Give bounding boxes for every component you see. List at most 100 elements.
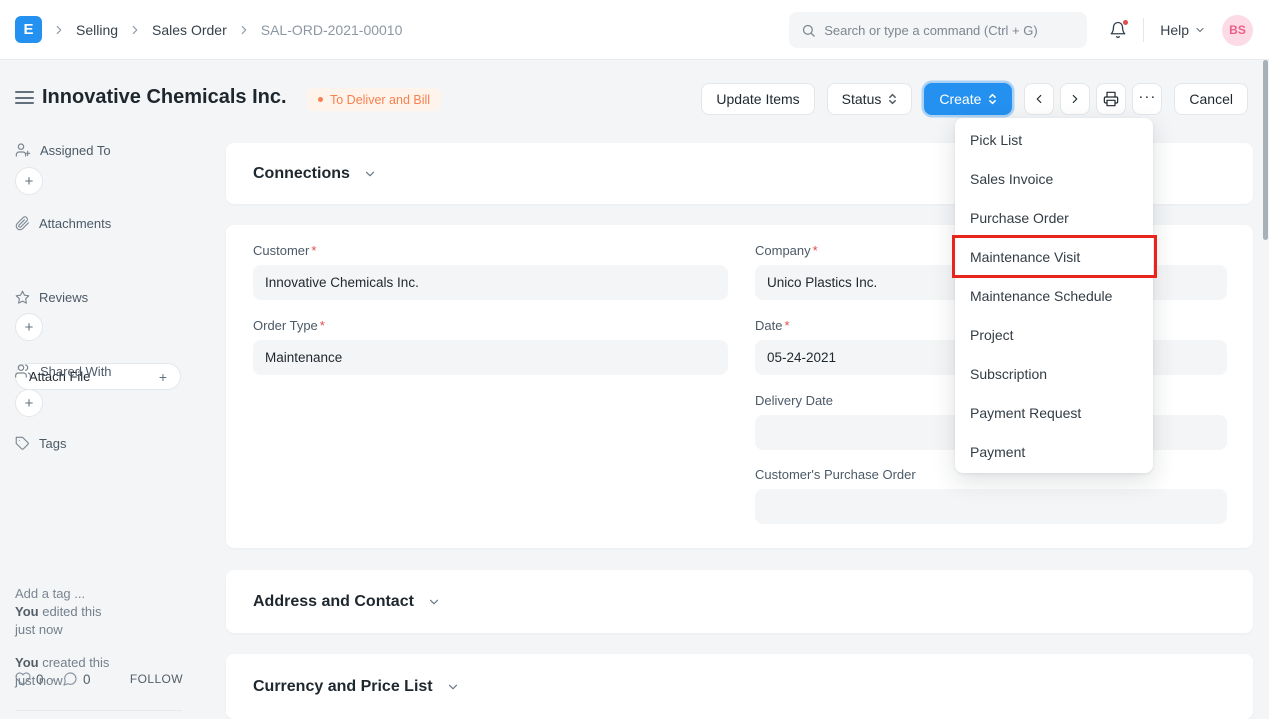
avatar[interactable]: BS — [1222, 15, 1253, 46]
create-button-label: Create — [939, 91, 981, 107]
chevron-down-icon — [446, 680, 460, 694]
search-icon — [801, 23, 816, 38]
activity-entry: You created this just now — [15, 654, 195, 690]
order-type-field: Order Type* Maintenance — [253, 318, 728, 375]
status-badge: To Deliver and Bill — [307, 88, 441, 111]
menu-item-payment-request[interactable]: Payment Request — [955, 393, 1153, 432]
breadcrumb-document-id: SAL-ORD-2021-00010 — [261, 22, 403, 38]
paperclip-icon — [15, 216, 30, 231]
chevron-down-icon — [1194, 24, 1206, 36]
notifications-button[interactable] — [1109, 21, 1127, 39]
address-contact-section-card: Address and Contact — [226, 570, 1253, 633]
navbar: E Selling Sales Order SAL-ORD-2021-00010 — [0, 0, 1269, 60]
add-assignment-button[interactable]: + — [15, 167, 43, 195]
status-dropdown-button[interactable]: Status — [827, 83, 913, 115]
tag-icon — [15, 436, 30, 451]
attachments-label: Attachments — [39, 216, 111, 231]
customer-po-field: Customer's Purchase Order — [755, 467, 1227, 524]
print-button[interactable] — [1096, 83, 1126, 115]
sales-order-page: E Selling Sales Order SAL-ORD-2021-00010 — [0, 0, 1269, 719]
tags-label: Tags — [39, 436, 66, 451]
chevron-right-icon — [237, 23, 251, 37]
reviews-section: Reviews — [15, 290, 88, 305]
activity-time: just now — [15, 621, 195, 639]
order-type-label: Order Type* — [253, 318, 728, 333]
chevron-right-icon — [1068, 92, 1082, 106]
chevron-right-icon — [128, 23, 142, 37]
navbar-right: Help BS — [789, 0, 1253, 60]
activity-action: edited this — [42, 604, 101, 619]
chevron-down-icon — [363, 167, 377, 181]
assigned-to-label: Assigned To — [40, 143, 111, 158]
prev-document-button[interactable] — [1024, 83, 1054, 115]
address-contact-section-toggle[interactable]: Address and Contact — [226, 570, 1253, 633]
cancel-button[interactable]: Cancel — [1174, 83, 1248, 115]
user-plus-icon — [15, 142, 31, 158]
ellipsis-icon: ··· — [1138, 89, 1156, 110]
chevron-down-icon — [427, 595, 441, 609]
add-review-button[interactable]: + — [15, 313, 43, 341]
header-actions: Update Items Status Create — [701, 83, 1248, 115]
help-menu[interactable]: Help — [1160, 22, 1206, 38]
currency-price-title: Currency and Price List — [253, 678, 433, 696]
page-title: Innovative Chemicals Inc. — [42, 86, 287, 109]
shared-with-section: Shared With — [15, 363, 112, 379]
breadcrumb-sales-order[interactable]: Sales Order — [152, 22, 227, 38]
next-document-button[interactable] — [1060, 83, 1090, 115]
menu-item-maintenance-visit[interactable]: Maintenance Visit — [955, 237, 1153, 276]
plus-icon: + — [159, 369, 167, 385]
update-items-button[interactable]: Update Items — [701, 83, 814, 115]
customer-input[interactable]: Innovative Chemicals Inc. — [253, 265, 728, 300]
chevron-right-icon — [52, 23, 66, 37]
attachments-section: Attachments — [15, 216, 111, 231]
menu-item-payment[interactable]: Payment — [955, 432, 1153, 471]
star-icon — [15, 290, 30, 305]
select-chevrons-icon — [988, 92, 997, 106]
help-label: Help — [1160, 22, 1189, 38]
activity-entry: You edited this just now — [15, 603, 195, 639]
reviews-label: Reviews — [39, 290, 88, 305]
order-type-input[interactable]: Maintenance — [253, 340, 728, 375]
required-marker: * — [813, 243, 818, 258]
currency-price-section-toggle[interactable]: Currency and Price List — [226, 654, 1253, 719]
menu-item-purchase-order[interactable]: Purchase Order — [955, 198, 1153, 237]
add-tag-input[interactable]: Add a tag ... — [15, 586, 85, 601]
menu-item-project[interactable]: Project — [955, 315, 1153, 354]
users-icon — [15, 363, 31, 379]
app-logo-icon[interactable]: E — [15, 16, 42, 43]
breadcrumb-selling[interactable]: Selling — [76, 22, 118, 38]
global-search[interactable] — [789, 12, 1087, 48]
menu-item-maintenance-schedule[interactable]: Maintenance Schedule — [955, 276, 1153, 315]
status-dot-icon — [318, 97, 323, 102]
tags-section: Tags — [15, 436, 66, 451]
shared-with-label: Shared With — [40, 364, 112, 379]
required-marker: * — [320, 318, 325, 333]
search-input[interactable] — [824, 23, 1075, 38]
customer-field: Customer* Innovative Chemicals Inc. — [253, 243, 728, 300]
sidebar-toggle-icon[interactable] — [15, 91, 34, 108]
menu-item-sales-invoice[interactable]: Sales Invoice — [955, 159, 1153, 198]
activity-action: created this — [42, 655, 109, 670]
select-chevrons-icon — [888, 92, 897, 106]
status-button-label: Status — [842, 91, 882, 107]
breadcrumb: E Selling Sales Order SAL-ORD-2021-00010 — [0, 16, 402, 43]
activity-actor: You — [15, 604, 39, 619]
more-menu-button[interactable]: ··· — [1132, 83, 1162, 115]
menu-item-subscription[interactable]: Subscription — [955, 354, 1153, 393]
menu-item-pick-list[interactable]: Pick List — [955, 120, 1153, 159]
customer-po-input[interactable] — [755, 489, 1227, 524]
divider — [15, 710, 182, 711]
assigned-to-section: Assigned To — [15, 142, 111, 158]
activity-actor: You — [15, 655, 39, 670]
divider — [1143, 18, 1144, 42]
chevron-left-icon — [1032, 92, 1046, 106]
customer-label: Customer* — [253, 243, 728, 258]
required-marker: * — [311, 243, 316, 258]
printer-icon — [1103, 91, 1119, 107]
create-dropdown-button[interactable]: Create — [924, 83, 1012, 115]
vertical-scrollbar[interactable] — [1263, 60, 1268, 240]
share-button[interactable]: + — [15, 389, 43, 417]
activity-time: just now — [15, 672, 195, 690]
notification-dot — [1122, 19, 1129, 26]
sidebar: Assigned To + Attachments Attach File + … — [0, 122, 212, 719]
